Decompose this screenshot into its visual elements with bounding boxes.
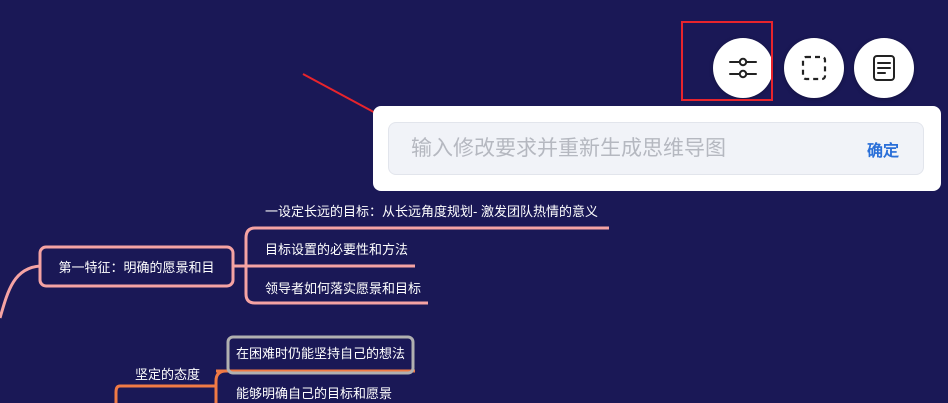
branch1-child-3[interactable]: 领导者如何落实愿景和目标 (265, 281, 421, 297)
document-button[interactable] (854, 38, 914, 98)
branch2-root-connector (114, 384, 121, 403)
branch2-child-1[interactable]: 在困难时仍能坚持自己的想法 (236, 346, 405, 362)
document-icon (873, 55, 895, 81)
branch1-node[interactable]: 第一特征：明确的愿景和目 (40, 247, 233, 286)
dashed-select-icon (801, 55, 827, 81)
branch2-node[interactable]: 坚定的态度 (135, 367, 200, 383)
branch1-label: 第一特征：明确的愿景和目 (58, 260, 215, 275)
confirm-button[interactable]: 确定 (867, 123, 899, 174)
regenerate-panel: 确定 (373, 106, 941, 191)
branch1-child-2[interactable]: 目标设置的必要性和方法 (265, 242, 408, 258)
branch1-child-1[interactable]: 一设定长远的目标：从长远角度规划- 激发团队热情的意义 (265, 204, 598, 220)
branch2-children-bracket (214, 369, 227, 403)
select-area-button[interactable] (784, 38, 844, 98)
root-connector-branch1 (0, 264, 41, 319)
regenerate-input[interactable] (389, 123, 839, 174)
branch2-child-2[interactable]: 能够明确自己的目标和愿景 (236, 386, 392, 402)
annotation-highlight-frame (681, 21, 773, 101)
regenerate-input-wrap: 确定 (388, 122, 924, 175)
